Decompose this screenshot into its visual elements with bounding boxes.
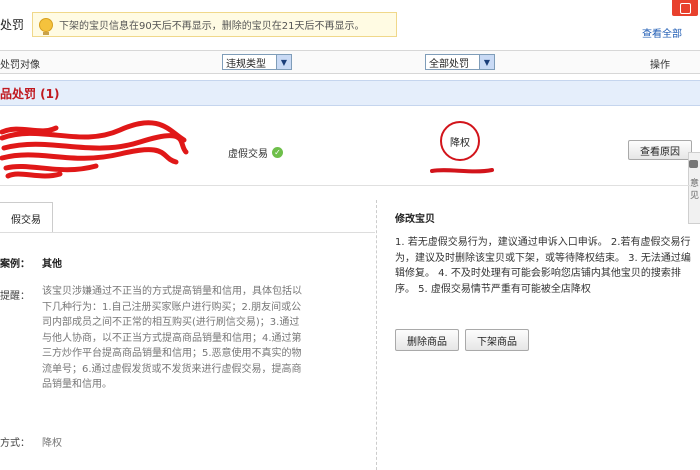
operation-column-label: 操作 [650,60,670,71]
page-title: 处罚 [0,18,25,32]
section-title: 品处罚 (1) [0,87,60,101]
chat-bubble-icon [689,160,698,168]
view-all-link[interactable]: 查看全部 [642,25,682,40]
feedback-label: 意见 [690,179,700,201]
chevron-down-icon: ▼ [479,55,494,69]
check-icon: ✓ [272,147,283,158]
case-value: 其他 [42,259,62,270]
violation-type-select[interactable]: 违规类型 ▼ [222,54,292,70]
violation-type-text: 虚假交易 [228,149,268,160]
divider [0,185,690,186]
section-band [0,80,700,106]
case-label: 案例： [0,259,30,270]
red-underline-mark [430,168,494,174]
penalty-badge: 降权 [440,121,480,161]
divider [0,232,375,233]
view-reason-button[interactable]: 查看原因 [628,140,692,160]
object-column-label: 处罚对像 [0,60,40,71]
tab-fake-trade[interactable]: 假交易 [0,202,53,233]
filter-bar [0,50,700,74]
chevron-down-icon: ▼ [276,55,291,69]
notice-text: 下架的宝贝信息在90天后不再显示，删除的宝贝在21天后不再显示。 [59,21,365,32]
corner-icon[interactable] [672,0,698,16]
violation-type-cell: 虚假交易 ✓ [228,145,283,160]
redacted-scribble [0,120,189,179]
penalty-filter-select[interactable]: 全部处罚 ▼ [425,54,495,70]
modify-instructions: 1. 若无虚假交易行为，建议通过申诉入口申诉。 2.若有虚假交易行为，建议及时删… [395,237,691,295]
notice-banner: 下架的宝贝信息在90天后不再显示，删除的宝贝在21天后不再显示。 [32,12,397,37]
pane-divider [376,200,377,470]
modify-title: 修改宝贝 [395,214,435,225]
method-label: 方式： [0,438,30,449]
violation-type-value: 违规类型 [226,58,266,70]
lightbulb-icon [39,17,53,35]
method-value: 降权 [42,438,62,449]
delete-item-button[interactable]: 删除商品 [395,329,459,351]
penalty-text: 降权 [450,137,470,149]
remind-text: 该宝贝涉嫌通过不正当的方式提高销量和信用，具体包括以下几种行为：1.自己注册买家… [42,286,302,390]
remind-label: 提醒： [0,291,30,302]
take-down-item-button[interactable]: 下架商品 [465,329,529,351]
penalty-filter-value: 全部处罚 [429,58,469,70]
